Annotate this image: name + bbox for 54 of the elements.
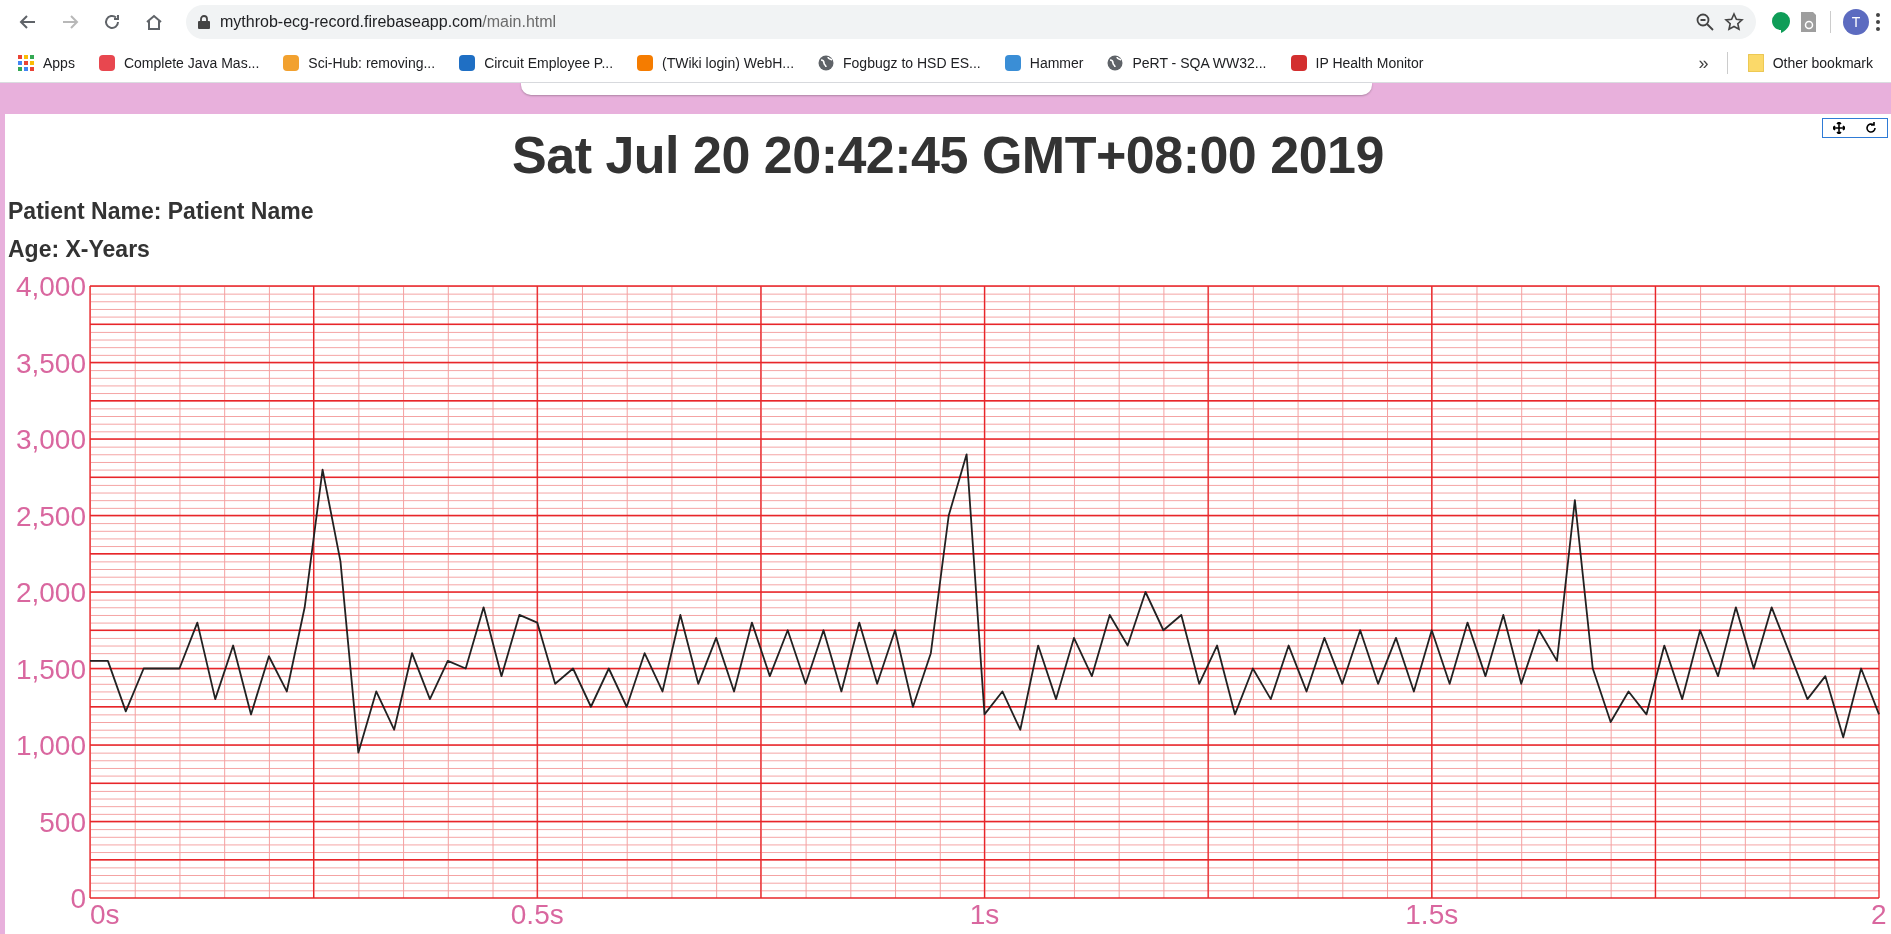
bookmark-label: IP Health Monitor bbox=[1315, 55, 1424, 71]
patient-name: Patient Name: Patient Name bbox=[8, 197, 314, 226]
chat-bubble-icon[interactable] bbox=[1770, 11, 1792, 33]
folder-icon bbox=[1747, 54, 1764, 72]
bookmark[interactable]: Complete Java Mas... bbox=[88, 51, 270, 75]
y-axis-label: 2,500 bbox=[15, 500, 86, 532]
bookmark-label: Complete Java Mas... bbox=[123, 55, 260, 71]
x-axis-label: 2 bbox=[1871, 899, 1886, 928]
patient-age: Age: X-Years bbox=[8, 235, 150, 264]
y-axis-label: 0 bbox=[70, 883, 86, 914]
bookmarks-overflow-button[interactable]: » bbox=[1690, 52, 1717, 74]
home-icon bbox=[144, 12, 164, 32]
lock-icon bbox=[198, 15, 210, 29]
y-axis-label: 3,500 bbox=[15, 347, 86, 379]
move-icon bbox=[1833, 122, 1845, 134]
y-axis-label: 3,000 bbox=[15, 424, 86, 455]
bookmark[interactable]: Hammer bbox=[994, 51, 1094, 75]
bookmark-label: Apps bbox=[43, 55, 75, 71]
globe-icon bbox=[1107, 55, 1124, 71]
bookmark[interactable]: IP Health Monitor bbox=[1280, 51, 1434, 75]
bookmark-folder[interactable]: Other bookmark bbox=[1737, 50, 1883, 76]
globe-icon bbox=[818, 55, 835, 71]
bookmark[interactable]: Sci-Hub: removing... bbox=[273, 51, 446, 75]
bookmark-label: Sci-Hub: removing... bbox=[308, 55, 436, 71]
zoom-out-icon[interactable] bbox=[1696, 13, 1714, 31]
address-bar[interactable]: mythrob-ecg-record.firebaseapp.com/main.html bbox=[186, 5, 1756, 39]
page-title: Sat Jul 20 20:42:45 GMT+08:00 2019 bbox=[512, 125, 1384, 186]
y-axis-label: 4,000 bbox=[15, 271, 86, 302]
x-axis-label: 1s bbox=[969, 899, 1000, 928]
y-axis-label: 500 bbox=[39, 806, 86, 838]
bookmark[interactable]: Apps bbox=[8, 51, 85, 75]
bookmark-label: Hammer bbox=[1029, 55, 1084, 71]
bookmark-label: (TWiki login) WebH... bbox=[662, 55, 795, 71]
url-text: mythrob-ecg-record.firebaseapp.com/main.html bbox=[220, 13, 557, 31]
x-axis-label: 0s bbox=[90, 899, 120, 928]
bookmark-label: Fogbugz to HSD ES... bbox=[843, 55, 981, 71]
menu-icon[interactable] bbox=[1875, 12, 1881, 32]
bookmark[interactable]: (TWiki login) WebH... bbox=[627, 51, 805, 75]
apps-grid-icon bbox=[18, 55, 34, 71]
bookmark-label: Circuit Employee P... bbox=[484, 55, 614, 71]
bookmark[interactable]: Circuit Employee P... bbox=[449, 51, 624, 75]
star-icon[interactable] bbox=[1724, 12, 1744, 32]
y-axis-label: 1,000 bbox=[15, 730, 86, 761]
x-axis-label: 1.5s bbox=[1405, 899, 1459, 928]
bookmark-label: PeRT - SQA WW32... bbox=[1132, 55, 1267, 71]
x-axis-label: 0.5s bbox=[510, 899, 564, 928]
rotate-icon bbox=[1865, 122, 1877, 134]
bookmark[interactable]: PeRT - SQA WW32... bbox=[1097, 51, 1277, 75]
reload-icon bbox=[102, 12, 122, 32]
bookmark[interactable]: Fogbugz to HSD ES... bbox=[808, 51, 991, 75]
profile-avatar[interactable]: T bbox=[1843, 9, 1869, 35]
y-axis-label: 1,500 bbox=[15, 653, 86, 685]
y-axis-label: 2,000 bbox=[15, 577, 86, 608]
bookmark-label: Other bookmark bbox=[1772, 55, 1873, 71]
